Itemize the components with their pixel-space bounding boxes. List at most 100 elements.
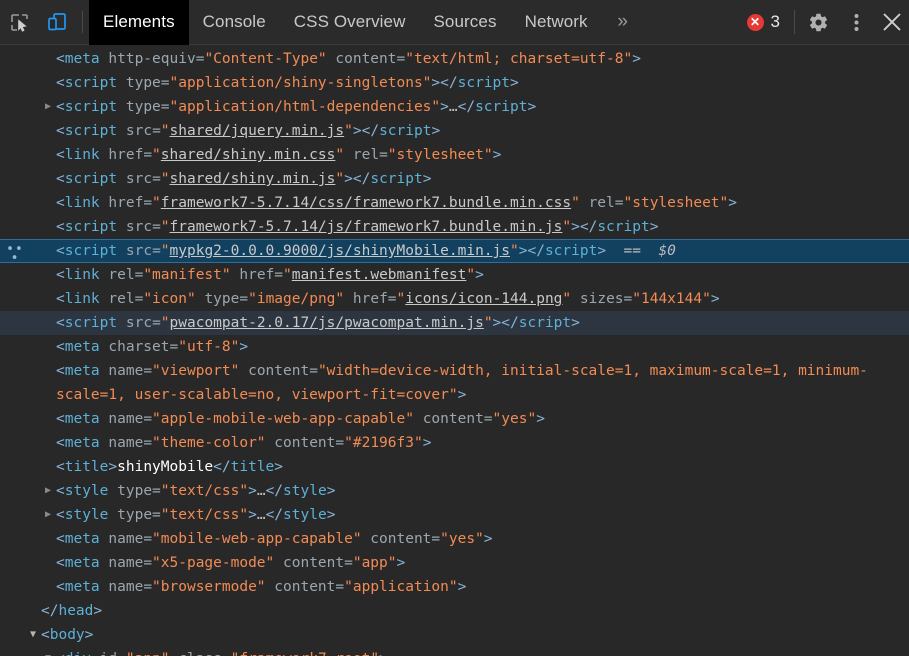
error-counter[interactable]: ✕ 3	[741, 12, 790, 32]
dom-node-meta-mobile-web-app-capable[interactable]: <meta name="mobile-web-app-capable" cont…	[0, 527, 909, 551]
token-punct: >	[457, 579, 467, 595]
tab-network[interactable]: Network	[511, 0, 602, 45]
token-tag: link	[64, 267, 100, 283]
tab-css-overview[interactable]: CSS Overview	[280, 0, 420, 45]
token-punct: >	[93, 603, 103, 619]
chevron-down-icon[interactable]: ▼	[26, 623, 40, 647]
token-sp	[170, 651, 179, 656]
close-icon[interactable]	[875, 0, 909, 45]
kebab-menu-icon[interactable]	[837, 0, 875, 45]
token-punct: <	[56, 555, 65, 571]
token-attr: id	[100, 651, 117, 656]
dom-node-meta-apple-mobile-web-app-capable[interactable]: <meta name="apple-mobile-web-app-capable…	[0, 407, 909, 431]
dom-node-title[interactable]: <title>shinyMobile</title>	[0, 455, 909, 479]
token-punct: >	[326, 483, 336, 499]
token-link[interactable]: shared/shiny.min.css	[161, 147, 336, 163]
dom-node-link-framework7-css[interactable]: <link href="framework7-5.7.14/css/framew…	[0, 191, 909, 215]
token-val: "browsermode"	[152, 579, 266, 595]
token-attr: =	[152, 315, 161, 331]
token-link[interactable]: shared/shiny.min.js	[170, 171, 336, 187]
token-attr: content	[283, 555, 345, 571]
gear-icon[interactable]	[799, 0, 837, 45]
token-val: "	[335, 171, 345, 187]
dom-node-head-close[interactable]: </head>	[0, 599, 909, 623]
token-punct: >	[440, 99, 449, 115]
dom-node-div-app[interactable]: ▼<div id="app" class="framework7-root">	[0, 647, 909, 656]
chevron-down-icon[interactable]: ▼	[41, 647, 55, 656]
token-punct: <	[56, 459, 65, 475]
token-sp	[117, 171, 126, 187]
chevron-right-icon[interactable]: ▶	[41, 479, 55, 503]
dom-node-meta-theme-color[interactable]: <meta name="theme-color" content="#2196f…	[0, 431, 909, 455]
token-attr: =	[152, 243, 161, 259]
token-ell: …	[256, 507, 266, 523]
token-punct: >	[379, 651, 388, 656]
dom-node-script-jquery[interactable]: <script src="shared/jquery.min.js"></scr…	[0, 119, 909, 143]
token-val: "app"	[352, 555, 397, 571]
token-val: "icon"	[143, 291, 196, 307]
token-link[interactable]: manifest.webmanifest	[292, 267, 467, 283]
token-val: "image/png"	[248, 291, 345, 307]
dom-node-style-2[interactable]: ▶ <style type="text/css">…</style>	[0, 503, 909, 527]
token-val: "	[160, 219, 170, 235]
chevron-right-icon[interactable]: ▶	[41, 503, 55, 527]
token-tag: script	[379, 123, 432, 139]
dom-node-script-pwacompat[interactable]: <script src="pwacompat-2.0.17/js/pwacomp…	[0, 311, 909, 335]
token-attr: =	[143, 195, 153, 211]
token-sp	[117, 315, 126, 331]
token-val: "	[466, 267, 476, 283]
token-link[interactable]: framework7-5.7.14/js/framework7.bundle.m…	[170, 219, 563, 235]
token-punct: >	[248, 507, 257, 523]
token-punct: >	[422, 435, 432, 451]
elements-dom-tree[interactable]: <meta http-equiv="Content-Type" content=…	[0, 45, 909, 656]
tab-console[interactable]: Console	[189, 0, 280, 45]
dom-node-style-1[interactable]: ▶ <style type="text/css">…</style>	[0, 479, 909, 503]
token-val: "application/html-dependencies"	[169, 99, 441, 115]
token-tag: link	[64, 291, 100, 307]
token-tag: script	[64, 99, 118, 115]
token-link[interactable]: framework7-5.7.14/css/framework7.bundle.…	[161, 195, 571, 211]
token-attr: href	[239, 267, 275, 283]
token-punct: >	[728, 195, 737, 211]
token-punct: >	[483, 531, 493, 547]
token-link[interactable]: mypkg2-0.0.0.9000/js/shinyMobile.min.js	[170, 243, 510, 259]
inspect-element-icon[interactable]	[0, 0, 38, 45]
token-link[interactable]: icons/icon-144.png	[405, 291, 562, 307]
token-val: "text/css"	[160, 483, 249, 499]
token-val: "manifest"	[143, 267, 231, 283]
dom-node-script-shiny-js[interactable]: <script src="shared/shiny.min.js"></scri…	[0, 167, 909, 191]
dom-node-body-open[interactable]: ▼ <body>	[0, 623, 909, 647]
tab-elements[interactable]: Elements	[89, 0, 189, 45]
tab-sources[interactable]: Sources	[419, 0, 510, 45]
token-link[interactable]: pwacompat-2.0.17/js/pwacompat.min.js	[170, 315, 484, 331]
dom-node-meta-x5-page-mode[interactable]: <meta name="x5-page-mode" content="app">	[0, 551, 909, 575]
token-sp	[117, 243, 126, 259]
token-attr: content	[370, 531, 432, 547]
more-tabs-icon[interactable]: »	[602, 0, 644, 45]
dom-node-script-html-dependencies[interactable]: ▶ <script type="application/html-dependen…	[0, 95, 909, 119]
token-attr: src	[125, 123, 153, 139]
device-toolbar-icon[interactable]	[38, 0, 76, 45]
token-link[interactable]: shared/jquery.min.js	[170, 123, 345, 139]
dom-node-script-framework7-js[interactable]: <script src="framework7-5.7.14/js/framew…	[0, 215, 909, 239]
token-punct: >	[84, 627, 94, 643]
node-overflow-dots-icon[interactable]: •••	[4, 243, 26, 265]
dom-node-meta-browsermode[interactable]: <meta name="browsermode" content="applic…	[0, 575, 909, 599]
dom-node-meta-content-type[interactable]: <meta http-equiv="Content-Type" content=…	[0, 47, 909, 71]
dom-node-link-manifest[interactable]: <link rel="manifest" href="manifest.webm…	[0, 263, 909, 287]
token-punct: >	[527, 99, 537, 115]
dom-node-meta-charset[interactable]: <meta charset="utf-8">	[0, 335, 909, 359]
token-punct: >	[431, 123, 441, 139]
token-attr: content	[335, 51, 397, 67]
device-toolbar-glyph	[48, 13, 66, 31]
token-attr: src	[125, 219, 153, 235]
dom-node-link-icon[interactable]: <link rel="icon" type="image/png" href="…	[0, 287, 909, 311]
dom-node-script-shinymobile[interactable]: ••• <script src="mypkg2-0.0.0.9000/js/shi…	[0, 239, 909, 265]
dom-node-meta-viewport[interactable]: <meta name="viewport" content="width=dev…	[0, 359, 909, 407]
token-val: "application"	[344, 579, 458, 595]
token-val: "	[396, 291, 406, 307]
token-punct: >	[571, 315, 580, 331]
dom-node-link-shiny-css[interactable]: <link href="shared/shiny.min.css" rel="s…	[0, 143, 909, 167]
dom-node-script-shiny-singletons[interactable]: <script type="application/shiny-singleto…	[0, 71, 909, 95]
chevron-right-icon[interactable]: ▶	[41, 95, 55, 119]
